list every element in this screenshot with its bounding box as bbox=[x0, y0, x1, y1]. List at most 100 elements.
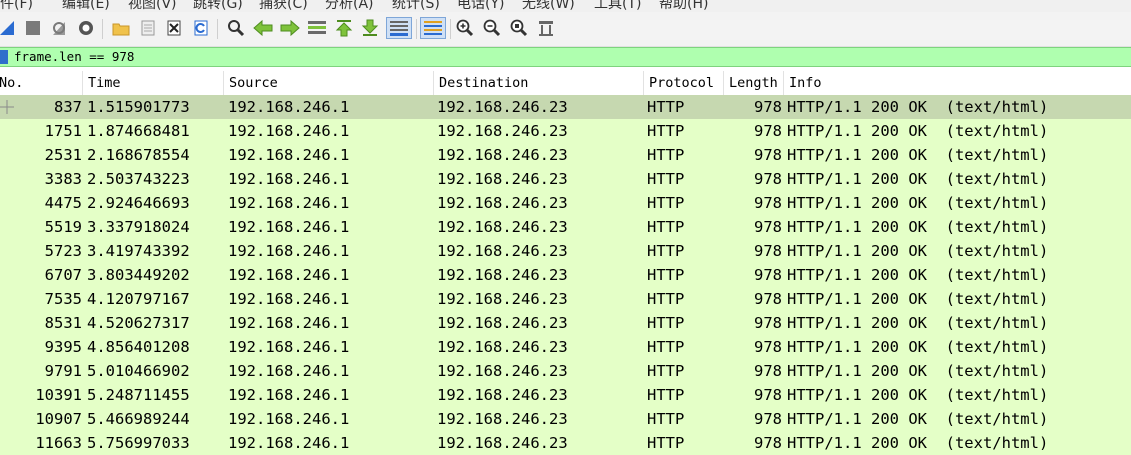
cell-no: 1751 bbox=[44, 122, 82, 140]
column-header-destination[interactable]: Destination bbox=[434, 71, 644, 95]
cell-destination: 192.168.246.23 bbox=[437, 98, 568, 116]
zoom-out-icon[interactable] bbox=[481, 17, 503, 39]
cell-source: 192.168.246.1 bbox=[228, 194, 350, 212]
last-packet-icon[interactable] bbox=[359, 17, 381, 39]
column-header-protocol[interactable]: Protocol bbox=[644, 71, 724, 95]
menu-tools[interactable]: 工具(T) bbox=[594, 0, 641, 12]
column-header-length[interactable]: Length bbox=[724, 71, 784, 95]
menu-go[interactable]: 跳转(G) bbox=[193, 0, 243, 12]
cell-source: 192.168.246.1 bbox=[228, 338, 350, 356]
zoom-in-icon[interactable] bbox=[454, 17, 476, 39]
cell-info: HTTP/1.1 200 OK (text/html) bbox=[787, 314, 1049, 332]
reload-file-icon[interactable] bbox=[190, 17, 212, 39]
menu-analyze[interactable]: 分析(A) bbox=[325, 0, 374, 12]
cell-time: 3.419743392 bbox=[87, 242, 190, 260]
packet-row[interactable]: 3383 2.503743223 192.168.246.1 192.168.2… bbox=[0, 167, 1131, 191]
restart-capture-icon[interactable] bbox=[48, 17, 70, 39]
stop-capture-icon[interactable] bbox=[22, 17, 44, 39]
packet-row[interactable]: 10907 5.466989244 192.168.246.1 192.168.… bbox=[0, 407, 1131, 431]
cell-length: 978 bbox=[754, 290, 782, 308]
cell-destination: 192.168.246.23 bbox=[437, 170, 568, 188]
cell-time: 1.515901773 bbox=[87, 98, 190, 116]
cell-info: HTTP/1.1 200 OK (text/html) bbox=[787, 386, 1049, 404]
menu-view[interactable]: 视图(V) bbox=[128, 0, 177, 12]
colorize-icon[interactable] bbox=[420, 17, 446, 39]
cell-length: 978 bbox=[754, 122, 782, 140]
packet-row[interactable]: 7535 4.120797167 192.168.246.1 192.168.2… bbox=[0, 287, 1131, 311]
cell-destination: 192.168.246.23 bbox=[437, 146, 568, 164]
save-file-icon[interactable] bbox=[137, 17, 159, 39]
resize-columns-icon[interactable] bbox=[535, 17, 557, 39]
cell-destination: 192.168.246.23 bbox=[437, 362, 568, 380]
close-file-icon[interactable] bbox=[163, 17, 185, 39]
menu-capture[interactable]: 捕获(C) bbox=[259, 0, 308, 12]
column-header-time[interactable]: Time bbox=[83, 71, 224, 95]
cell-destination: 192.168.246.23 bbox=[437, 218, 568, 236]
menu-wireless[interactable]: 无线(W) bbox=[522, 0, 575, 12]
zoom-normal-icon[interactable] bbox=[508, 17, 530, 39]
cell-length: 978 bbox=[754, 218, 782, 236]
packet-row[interactable]: 5723 3.419743392 192.168.246.1 192.168.2… bbox=[0, 239, 1131, 263]
cell-time: 4.856401208 bbox=[87, 338, 190, 356]
cell-protocol: HTTP bbox=[647, 170, 685, 188]
shark-fin-start-icon[interactable] bbox=[0, 17, 18, 39]
first-packet-icon[interactable] bbox=[333, 17, 355, 39]
cell-time: 5.466989244 bbox=[87, 410, 190, 428]
display-filter-input[interactable]: frame.len == 978 bbox=[14, 48, 134, 66]
packet-row[interactable]: 10391 5.248711455 192.168.246.1 192.168.… bbox=[0, 383, 1131, 407]
packet-row[interactable]: 1751 1.874668481 192.168.246.1 192.168.2… bbox=[0, 119, 1131, 143]
menu-statistics[interactable]: 统计(S) bbox=[392, 0, 440, 12]
cell-destination: 192.168.246.23 bbox=[437, 290, 568, 308]
cell-protocol: HTTP bbox=[647, 146, 685, 164]
go-to-packet-icon[interactable] bbox=[306, 17, 328, 39]
packet-row[interactable]: 2531 2.168678554 192.168.246.1 192.168.2… bbox=[0, 143, 1131, 167]
toolbar-separator bbox=[102, 19, 103, 39]
cell-no: 7535 bbox=[44, 290, 82, 308]
packet-row[interactable]: 6707 3.803449202 192.168.246.1 192.168.2… bbox=[0, 263, 1131, 287]
menu-help[interactable]: 帮助(H) bbox=[659, 0, 708, 12]
cell-protocol: HTTP bbox=[647, 290, 685, 308]
column-header-no[interactable]: No. bbox=[0, 71, 83, 95]
cell-source: 192.168.246.1 bbox=[228, 386, 350, 404]
cell-protocol: HTTP bbox=[647, 386, 685, 404]
cell-source: 192.168.246.1 bbox=[228, 98, 350, 116]
cell-source: 192.168.246.1 bbox=[228, 146, 350, 164]
go-forward-icon[interactable] bbox=[279, 17, 301, 39]
auto-scroll-icon[interactable] bbox=[386, 17, 412, 39]
cell-info: HTTP/1.1 200 OK (text/html) bbox=[787, 98, 1049, 116]
cell-source: 192.168.246.1 bbox=[228, 266, 350, 284]
cell-length: 978 bbox=[754, 194, 782, 212]
bookmark-filter-icon[interactable] bbox=[0, 50, 8, 64]
packet-row[interactable]: 4475 2.924646693 192.168.246.1 192.168.2… bbox=[0, 191, 1131, 215]
cell-protocol: HTTP bbox=[647, 266, 685, 284]
menu-edit[interactable]: 编辑(E) bbox=[62, 0, 110, 12]
cell-length: 978 bbox=[754, 434, 782, 452]
menu-telephony[interactable]: 电话(Y) bbox=[457, 0, 504, 12]
cell-protocol: HTTP bbox=[647, 434, 685, 452]
cell-destination: 192.168.246.23 bbox=[437, 314, 568, 332]
open-file-icon[interactable] bbox=[110, 17, 132, 39]
packet-row[interactable]: 11663 5.756997033 192.168.246.1 192.168.… bbox=[0, 431, 1131, 455]
menu-file[interactable]: 文件(F) bbox=[0, 0, 33, 12]
cell-protocol: HTTP bbox=[647, 218, 685, 236]
find-packet-icon[interactable] bbox=[225, 17, 247, 39]
packet-row[interactable]: 8531 4.520627317 192.168.246.1 192.168.2… bbox=[0, 311, 1131, 335]
column-header-info[interactable]: Info bbox=[784, 71, 1131, 95]
cell-no: 8531 bbox=[44, 314, 82, 332]
cell-length: 978 bbox=[754, 410, 782, 428]
cell-time: 2.503743223 bbox=[87, 170, 190, 188]
cell-protocol: HTTP bbox=[647, 338, 685, 356]
cell-no: 10907 bbox=[35, 410, 82, 428]
capture-options-icon[interactable] bbox=[75, 17, 97, 39]
packet-list: 837 1.515901773 192.168.246.1 192.168.24… bbox=[0, 95, 1131, 455]
go-back-icon[interactable] bbox=[252, 17, 274, 39]
cell-destination: 192.168.246.23 bbox=[437, 242, 568, 260]
packet-row[interactable]: 837 1.515901773 192.168.246.1 192.168.24… bbox=[0, 95, 1131, 119]
main-toolbar bbox=[0, 12, 1131, 47]
column-header-source[interactable]: Source bbox=[224, 71, 434, 95]
cell-no: 6707 bbox=[44, 266, 82, 284]
packet-row[interactable]: 9395 4.856401208 192.168.246.1 192.168.2… bbox=[0, 335, 1131, 359]
cell-no: 5519 bbox=[44, 218, 82, 236]
packet-row[interactable]: 5519 3.337918024 192.168.246.1 192.168.2… bbox=[0, 215, 1131, 239]
packet-row[interactable]: 9791 5.010466902 192.168.246.1 192.168.2… bbox=[0, 359, 1131, 383]
